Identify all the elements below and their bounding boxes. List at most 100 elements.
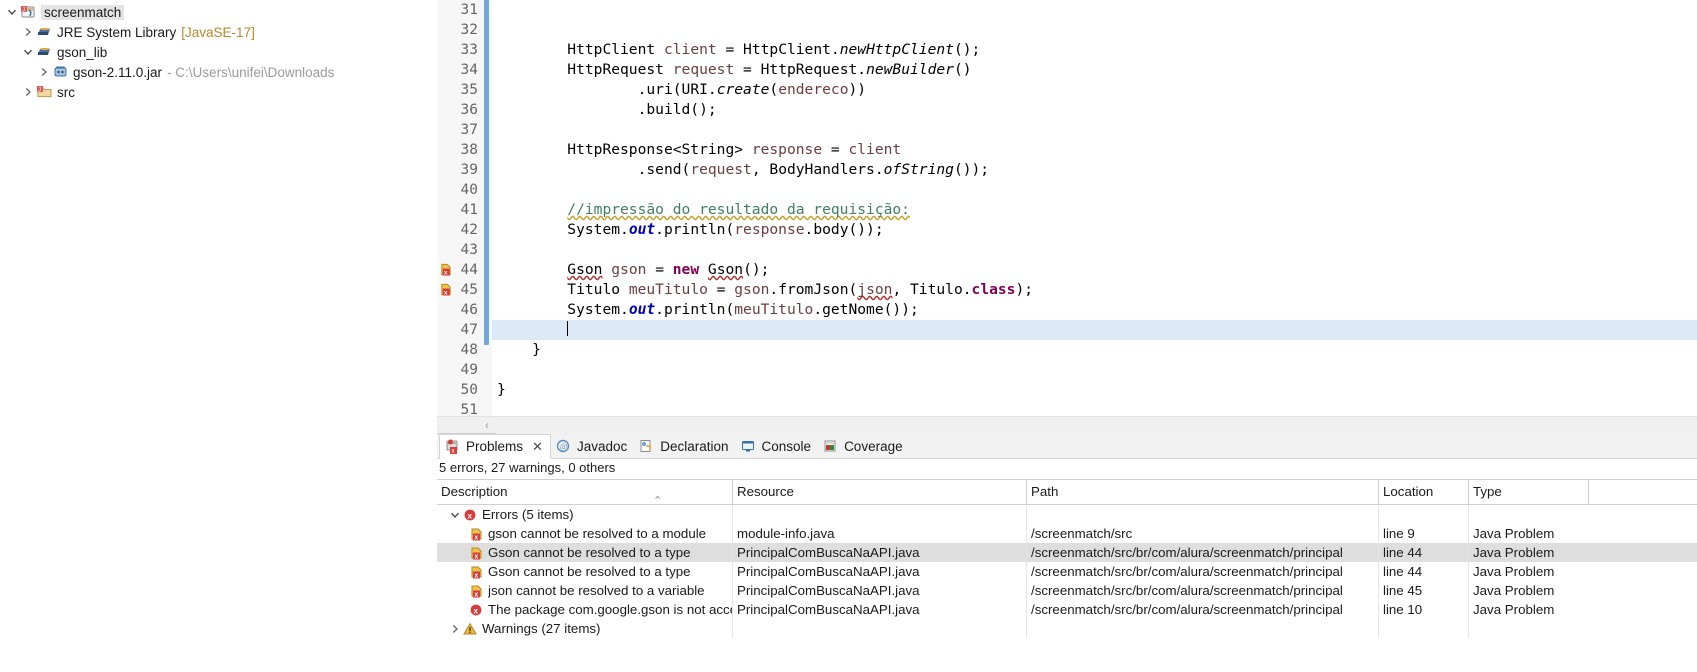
code-token: gson xyxy=(611,261,647,278)
line-number: 44 xyxy=(460,262,478,278)
error-marker-icon: x xyxy=(469,565,486,581)
marker-slot-line-43 xyxy=(437,240,453,260)
bottom-view-tab-bar[interactable]: x Problems ✕ @ Javadoc Declaration Console Cove… xyxy=(437,434,1697,459)
code-line-45[interactable]: Titulo meuTitulo = gson.fromJson(json, T… xyxy=(492,280,1697,300)
code-token: , xyxy=(892,281,911,298)
code-line-47[interactable] xyxy=(492,320,1697,340)
tree-item-screenmatch[interactable]: Jscreenmatch xyxy=(0,2,437,22)
jar-icon xyxy=(52,64,69,80)
code-line-36[interactable]: .build(); xyxy=(492,100,1697,120)
problems-item-row[interactable]: x json cannot be resolved to a variable Pr… xyxy=(437,581,1697,600)
column-header-resource[interactable]: Resource xyxy=(733,479,1027,505)
code-token: . xyxy=(962,281,972,298)
error-marker-icon[interactable]: x xyxy=(439,283,452,297)
code-line-42[interactable]: System.out.println(response.body()); xyxy=(492,220,1697,240)
code-line-40[interactable] xyxy=(492,180,1697,200)
code-line-44[interactable]: Gson gson = new Gson(); xyxy=(492,260,1697,280)
tree-item-gson-2-11-0-jar[interactable]: gson-2.11.0.jar - C:\Users\unifei\Downloa… xyxy=(0,62,437,82)
code-line-39[interactable]: .send(request, BodyHandlers.ofString()); xyxy=(492,160,1697,180)
editor-text-area[interactable]: HttpClient client = HttpClient.newHttpCl… xyxy=(492,0,1697,416)
code-line-43[interactable] xyxy=(492,240,1697,260)
code-line-34[interactable]: HttpRequest request = HttpRequest.newBui… xyxy=(492,60,1697,80)
code-line-49[interactable] xyxy=(492,360,1697,380)
problems-item-row[interactable]: x Gson cannot be resolved to a type Princi… xyxy=(437,562,1697,581)
chevron-down-icon[interactable] xyxy=(4,7,20,17)
java-source-editor[interactable]: xx 31 32 33 34 35 36 37 38 39 40 41 42 43 44 45 46 47 48 4… xyxy=(437,0,1697,434)
tree-item-gson-lib[interactable]: gson_lib xyxy=(0,42,437,62)
close-icon[interactable]: ✕ xyxy=(532,439,543,455)
tab-declaration[interactable]: Declaration xyxy=(634,435,735,458)
column-header-type[interactable]: Type xyxy=(1469,479,1589,505)
problems-table-header[interactable]: Description ⌃ Resource Path Location Type xyxy=(437,479,1697,505)
description-cell-content: x gson cannot be resolved to a module xyxy=(441,524,732,543)
chevron-down-icon[interactable] xyxy=(20,47,36,57)
editor-marker-ruler[interactable]: xx xyxy=(437,0,453,416)
code-line-50[interactable]: } xyxy=(492,380,1697,400)
scrollbar-track[interactable] xyxy=(496,416,1697,434)
eclipse-ide-window: Jscreenmatch JRE System Library [JavaSE-17… xyxy=(0,0,1697,672)
code-token: HttpClient xyxy=(743,41,831,58)
chevron-down-icon[interactable] xyxy=(447,510,463,520)
tab-console[interactable]: Console xyxy=(736,435,819,458)
problems-group-row[interactable]: x Errors (5 items) xyxy=(437,505,1697,524)
problems-item-row[interactable]: x The package com.google.gson is not acce… xyxy=(437,600,1697,619)
cell-resource xyxy=(733,619,1027,638)
editor-horizontal-scrollbar[interactable]: ‹ xyxy=(437,416,1697,434)
code-line-31[interactable] xyxy=(492,0,1697,20)
marker-slot-line-41 xyxy=(437,200,453,220)
tab-javadoc[interactable]: @ Javadoc xyxy=(551,435,634,458)
code-token: .println( xyxy=(655,301,735,318)
problems-item-row[interactable]: x Gson cannot be resolved to a type Princi… xyxy=(437,543,1697,562)
chevron-right-icon[interactable] xyxy=(447,624,463,634)
cell-path xyxy=(1027,505,1379,524)
tree-item-src[interactable]: Jsrc xyxy=(0,82,437,102)
problems-table[interactable]: Description ⌃ Resource Path Location Type x Err… xyxy=(437,479,1697,672)
line-number: 40 xyxy=(460,182,478,198)
code-token: class xyxy=(971,281,1016,298)
problems-item-row[interactable]: x gson cannot be resolved to a module modu… xyxy=(437,524,1697,543)
problem-location: line 45 xyxy=(1383,583,1423,598)
tab-problems[interactable]: x Problems ✕ xyxy=(439,434,551,459)
code-line-37[interactable] xyxy=(492,120,1697,140)
code-line-35[interactable]: .uri(URI.create(endereco)) xyxy=(492,80,1697,100)
svg-text:x: x xyxy=(451,448,455,454)
column-header-label: Resource xyxy=(737,484,794,499)
scroll-left-icon[interactable]: ‹ xyxy=(478,418,496,432)
code-line-51[interactable] xyxy=(492,400,1697,416)
code-line-48[interactable]: } xyxy=(492,340,1697,360)
description-cell-content: x Gson cannot be resolved to a type xyxy=(441,562,732,581)
error-marker-icon[interactable]: x xyxy=(439,263,452,277)
tree-item-jre-system-library[interactable]: JRE System Library [JavaSE-17] xyxy=(0,22,437,42)
code-token: Gson xyxy=(567,261,603,278)
line-number: 33 xyxy=(460,42,478,58)
editor-folding-ruler[interactable] xyxy=(483,0,492,416)
package-explorer-tree[interactable]: Jscreenmatch JRE System Library [JavaSE-17… xyxy=(0,0,437,672)
cell-resource: PrincipalComBuscaNaAPI.java xyxy=(733,543,1027,562)
code-token: .println( xyxy=(655,221,735,238)
code-line-32[interactable] xyxy=(492,20,1697,40)
problem-location: line 44 xyxy=(1383,564,1423,579)
cell-location xyxy=(1379,505,1469,524)
column-header-description[interactable]: Description ⌃ xyxy=(437,479,733,505)
chevron-right-icon[interactable] xyxy=(20,27,36,37)
cell-location: line 45 xyxy=(1379,581,1469,600)
problems-group-row[interactable]: Warnings (27 items) xyxy=(437,619,1697,638)
code-token: newBuilder xyxy=(866,61,954,78)
method-range-indicator xyxy=(484,0,489,345)
code-token: ()); xyxy=(953,161,990,178)
code-line-46[interactable]: System.out.println(meuTitulo.getNome()); xyxy=(492,300,1697,320)
code-line-38[interactable]: HttpResponse<String> response = client xyxy=(492,140,1697,160)
editor-body[interactable]: xx 31 32 33 34 35 36 37 38 39 40 41 42 43 44 45 46 47 48 4… xyxy=(437,0,1697,416)
error-round-icon: x xyxy=(469,603,485,617)
column-header-location[interactable]: Location xyxy=(1379,479,1469,505)
cell-resource: PrincipalComBuscaNaAPI.java xyxy=(733,562,1027,581)
code-line-33[interactable]: HttpClient client = HttpClient.newHttpCl… xyxy=(492,40,1697,60)
code-line-41[interactable]: //impressão do resultado da requisição: xyxy=(492,200,1697,220)
chevron-right-icon[interactable] xyxy=(20,87,36,97)
tab-coverage[interactable]: Coverage xyxy=(818,435,910,458)
chevron-right-icon[interactable] xyxy=(36,67,52,77)
problem-path: /screenmatch/src xyxy=(1031,526,1133,541)
column-header-path[interactable]: Path xyxy=(1027,479,1379,505)
